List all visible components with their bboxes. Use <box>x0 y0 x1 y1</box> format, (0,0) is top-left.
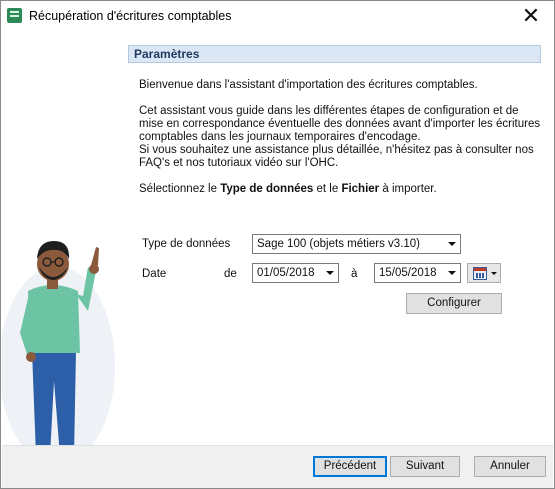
close-icon: ✕ <box>521 3 541 28</box>
chevron-down-icon <box>448 242 456 246</box>
raised-fist <box>89 264 99 274</box>
period-calendar-button[interactable] <box>467 263 501 283</box>
instruction-middle: et le <box>313 183 342 195</box>
dialog-footer: Précédent Suivant Annuler <box>2 445 553 488</box>
calendar-icon <box>473 267 487 280</box>
configure-button[interactable]: Configurer <box>406 293 502 314</box>
data-type-value: Sage 100 (objets métiers v3.10) <box>257 238 421 250</box>
intro-text: Bienvenue dans l'assistant d'importation… <box>139 79 544 209</box>
section-title: Paramètres <box>134 47 200 61</box>
next-button[interactable]: Suivant <box>390 456 460 477</box>
instruction-suffix: à importer. <box>379 183 437 195</box>
date-to-picker[interactable]: 15/05/2018 <box>374 263 461 283</box>
data-type-label: Type de données <box>142 238 231 250</box>
close-button[interactable]: ✕ <box>508 1 554 31</box>
dialog-content: Paramètres Bienvenue dans l'assistant d'… <box>2 31 553 466</box>
instruction-prefix: Sélectionnez le <box>139 183 221 195</box>
chevron-down-icon <box>491 272 497 275</box>
date-to-label: à <box>351 268 358 280</box>
app-icon <box>7 8 22 23</box>
date-from-value: 01/05/2018 <box>257 267 315 279</box>
date-from-label: de <box>224 268 237 280</box>
date-label: Date <box>142 268 167 280</box>
chevron-down-icon <box>326 271 334 275</box>
help-text: Si vous souhaitez une assistance plus dé… <box>139 144 534 169</box>
date-from-picker[interactable]: 01/05/2018 <box>252 263 339 283</box>
title-bar: Récupération d'écritures comptables ✕ <box>1 1 554 31</box>
welcome-text: Bienvenue dans l'assistant d'importation… <box>139 79 478 91</box>
date-to-value: 15/05/2018 <box>379 267 437 279</box>
assistant-illustration <box>2 241 115 466</box>
chevron-down-icon <box>448 271 456 275</box>
data-type-select[interactable]: Sage 100 (objets métiers v3.10) <box>252 234 461 254</box>
instruction-text: Sélectionnez le Type de données et le Fi… <box>139 183 544 196</box>
guide-text: Cet assistant vous guide dans les différ… <box>139 105 541 143</box>
previous-button[interactable]: Précédent <box>313 456 387 477</box>
instruction-bold-type: Type de données <box>220 183 314 195</box>
instruction-bold-file: Fichier <box>341 183 380 195</box>
left-hand <box>26 352 36 362</box>
dialog-window: Récupération d'écritures comptables ✕ Pa… <box>0 0 555 489</box>
cancel-button[interactable]: Annuler <box>474 456 546 477</box>
section-header: Paramètres <box>128 45 541 63</box>
window-title: Récupération d'écritures comptables <box>29 9 232 23</box>
shirt <box>28 285 80 353</box>
